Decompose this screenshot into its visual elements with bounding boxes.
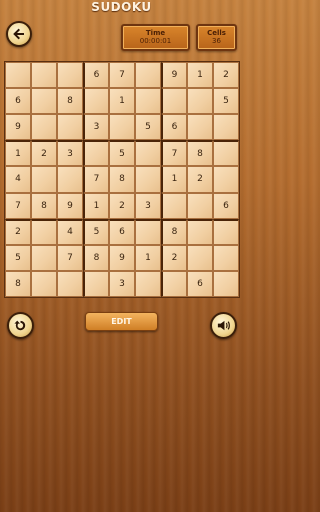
sudoku-cell[interactable]	[31, 88, 57, 115]
sudoku-cell[interactable]: 3	[57, 140, 83, 167]
sudoku-cell[interactable]: 9	[161, 62, 187, 89]
sudoku-cell[interactable]: 3	[135, 192, 161, 219]
timer-box: Time 00:00:01	[121, 24, 190, 51]
sudoku-cell[interactable]: 5	[83, 218, 109, 245]
sudoku-cell[interactable]	[31, 244, 57, 271]
sudoku-cell[interactable]: 6	[109, 218, 135, 245]
sudoku-cell[interactable]	[135, 88, 161, 115]
sudoku-board: 6791268159356123578478127891236245685789…	[4, 61, 240, 298]
sudoku-cell[interactable]: 8	[5, 270, 31, 297]
sudoku-cell[interactable]: 7	[109, 62, 135, 89]
sudoku-cell[interactable]: 1	[83, 192, 109, 219]
sudoku-cell[interactable]: 1	[161, 166, 187, 193]
sudoku-cell[interactable]: 8	[57, 88, 83, 115]
back-button[interactable]	[6, 21, 32, 47]
sudoku-cell[interactable]	[161, 88, 187, 115]
sudoku-cell[interactable]: 4	[57, 218, 83, 245]
sudoku-cell[interactable]: 6	[83, 62, 109, 89]
sudoku-cell[interactable]	[31, 62, 57, 89]
sudoku-cell[interactable]: 7	[161, 140, 187, 167]
sudoku-grid: 6791268159356123578478127891236245685789…	[5, 62, 239, 297]
sudoku-cell[interactable]	[83, 88, 109, 115]
sudoku-cell[interactable]	[57, 114, 83, 141]
sudoku-cell[interactable]: 7	[83, 166, 109, 193]
sudoku-cell[interactable]	[31, 166, 57, 193]
sudoku-cell[interactable]: 1	[135, 244, 161, 271]
cells-label: Cells	[207, 29, 226, 37]
sudoku-cell[interactable]	[213, 270, 239, 297]
sudoku-cell[interactable]: 5	[135, 114, 161, 141]
sudoku-cell[interactable]	[31, 270, 57, 297]
sudoku-cell[interactable]	[161, 270, 187, 297]
sudoku-cell[interactable]	[31, 218, 57, 245]
undo-button[interactable]	[7, 312, 34, 339]
time-label: Time	[145, 29, 166, 37]
sudoku-cell[interactable]	[187, 244, 213, 271]
sudoku-cell[interactable]	[109, 114, 135, 141]
undo-icon	[14, 320, 26, 331]
sudoku-cell[interactable]: 7	[57, 244, 83, 271]
edit-button[interactable]: EDIT	[85, 312, 158, 331]
sudoku-cell[interactable]: 8	[31, 192, 57, 219]
sudoku-cell[interactable]	[31, 114, 57, 141]
cells-value: 36	[212, 37, 221, 45]
sudoku-cell[interactable]	[187, 218, 213, 245]
sudoku-cell[interactable]	[135, 166, 161, 193]
sudoku-cell[interactable]	[187, 88, 213, 115]
sudoku-cell[interactable]	[135, 62, 161, 89]
sudoku-cell[interactable]: 1	[187, 62, 213, 89]
sudoku-cell[interactable]	[187, 114, 213, 141]
sudoku-cell[interactable]	[5, 62, 31, 89]
sudoku-cell[interactable]	[135, 270, 161, 297]
sudoku-cell[interactable]: 7	[5, 192, 31, 219]
sudoku-cell[interactable]: 8	[187, 140, 213, 167]
sudoku-cell[interactable]: 3	[83, 114, 109, 141]
sound-button[interactable]	[210, 312, 237, 339]
sudoku-cell[interactable]: 9	[57, 192, 83, 219]
cells-box: Cells 36	[196, 24, 237, 51]
sudoku-cell[interactable]: 2	[187, 166, 213, 193]
sudoku-cell[interactable]	[83, 140, 109, 167]
sudoku-cell[interactable]: 5	[5, 244, 31, 271]
sudoku-cell[interactable]	[213, 244, 239, 271]
sudoku-cell[interactable]: 6	[5, 88, 31, 115]
sudoku-cell[interactable]	[213, 166, 239, 193]
sudoku-cell[interactable]	[213, 114, 239, 141]
sudoku-cell[interactable]: 6	[187, 270, 213, 297]
arrow-left-icon	[13, 28, 24, 40]
sudoku-cell[interactable]	[161, 192, 187, 219]
sudoku-cell[interactable]	[83, 270, 109, 297]
sudoku-cell[interactable]	[213, 218, 239, 245]
sudoku-cell[interactable]	[135, 140, 161, 167]
time-value: 00:00:01	[139, 37, 172, 45]
sudoku-cell[interactable]: 5	[109, 140, 135, 167]
sudoku-cell[interactable]	[57, 62, 83, 89]
sudoku-cell[interactable]: 5	[213, 88, 239, 115]
sudoku-cell[interactable]: 6	[161, 114, 187, 141]
sudoku-cell[interactable]: 3	[109, 270, 135, 297]
sudoku-cell[interactable]: 9	[5, 114, 31, 141]
sudoku-cell[interactable]: 2	[109, 192, 135, 219]
sudoku-cell[interactable]: 9	[109, 244, 135, 271]
sudoku-cell[interactable]	[135, 218, 161, 245]
sudoku-cell[interactable]	[187, 192, 213, 219]
sudoku-cell[interactable]: 2	[31, 140, 57, 167]
sudoku-cell[interactable]: 1	[109, 88, 135, 115]
speaker-icon	[217, 320, 230, 331]
sudoku-cell[interactable]	[57, 166, 83, 193]
sudoku-cell[interactable]	[57, 270, 83, 297]
sudoku-cell[interactable]: 1	[5, 140, 31, 167]
sudoku-cell[interactable]: 8	[161, 218, 187, 245]
sudoku-cell[interactable]: 4	[5, 166, 31, 193]
sudoku-cell[interactable]: 6	[213, 192, 239, 219]
sudoku-cell[interactable]	[213, 140, 239, 167]
sudoku-cell[interactable]: 2	[5, 218, 31, 245]
sudoku-cell[interactable]: 2	[213, 62, 239, 89]
sudoku-cell[interactable]: 2	[161, 244, 187, 271]
sudoku-cell[interactable]: 8	[83, 244, 109, 271]
sudoku-cell[interactable]: 8	[109, 166, 135, 193]
page-title: SUDOKU	[91, 0, 152, 14]
